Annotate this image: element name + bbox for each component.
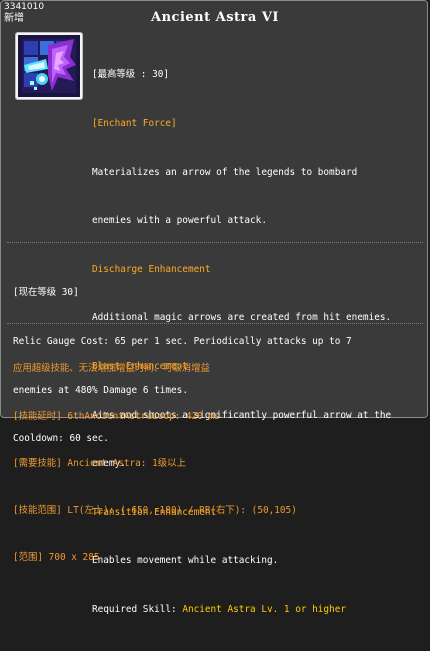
description-line: enemies with a powerful attack. [92, 215, 267, 227]
skill-delay-line: [技能延时] 6thAncientAstraLoop: 420 ms [13, 410, 220, 422]
range-size-line: [范围] 700 x 285 [13, 551, 100, 563]
required-skill-line-cn: [需要技能] Ancient Astra: 1级以上 [13, 457, 186, 469]
divider [7, 242, 423, 243]
required-skill-line: Required Skill: Ancient Astra Lv. 1 or h… [92, 602, 422, 618]
extra-info-line: 应用超级技能、无法增加增益时间、可取消增益 [13, 363, 210, 375]
skill-range-line: [技能范围] LT(左上): (-650,-180) / RB(右下): (50… [13, 504, 297, 516]
required-skill-value: Ancient Astra Lv. 1 or higher [182, 603, 346, 615]
enchant-force-label: [Enchant Force] [92, 118, 177, 129]
max-level: [最高等级 : 30] [92, 69, 170, 81]
description-line: Materializes an arrow of the legends to … [92, 166, 358, 178]
current-level-label: [现在等级 30] [13, 287, 79, 299]
divider [7, 323, 423, 324]
skill-title: Ancient Astra VI [150, 10, 280, 25]
skill-extra-info: 应用超级技能、无法增加增益时间、可取消增益 [技能延时] 6thAncientA… [13, 330, 423, 597]
required-skill-label: Required Skill: [92, 603, 183, 615]
skill-tooltip: 3341010 新增 Ancient Astra VI [最高等级 : 30] … [0, 0, 428, 615]
ancient-astra-skill-icon [18, 35, 80, 97]
skill-icon-frame [15, 32, 83, 100]
